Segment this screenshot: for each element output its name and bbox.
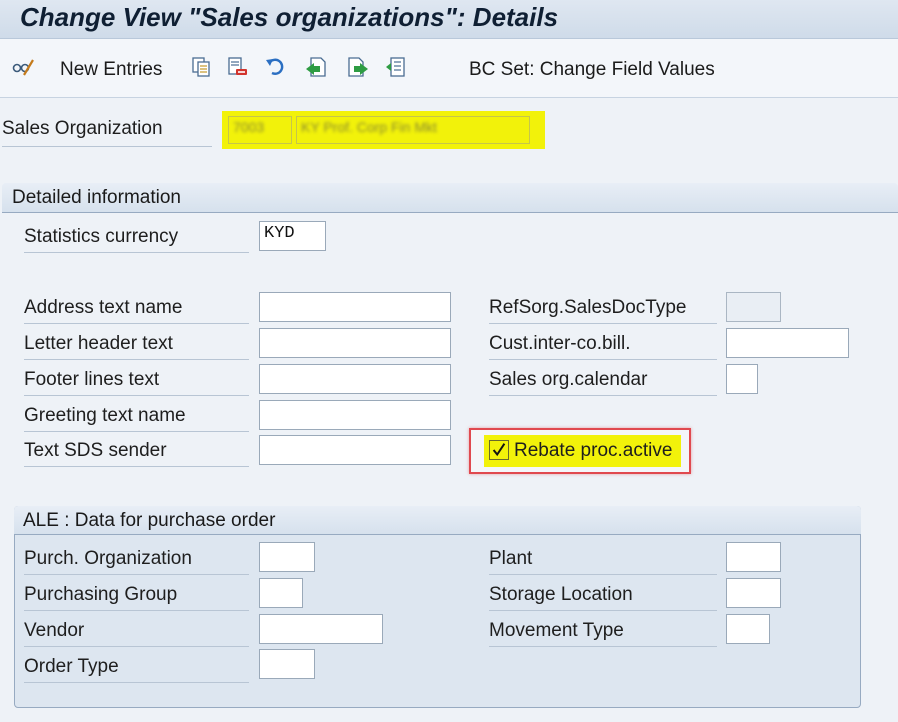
refsorg-salesdoctype-field (726, 292, 781, 322)
next-entry-icon[interactable] (347, 56, 369, 78)
display-change-icon[interactable] (12, 56, 34, 78)
movement-type-field[interactable] (726, 614, 770, 644)
letter-header-text-field[interactable] (259, 328, 451, 358)
sales-org-code-field[interactable]: 7003 (228, 116, 292, 144)
storage-location-field[interactable] (726, 578, 781, 608)
cust-inter-co-bill-label: Cust.inter-co.bill. (489, 333, 717, 360)
delete-icon[interactable] (226, 56, 248, 78)
address-text-name-field[interactable] (259, 292, 451, 322)
purch-organization-label: Purch. Organization (24, 548, 249, 575)
ale-purchase-order-header: ALE : Data for purchase order (14, 506, 861, 535)
order-type-field[interactable] (259, 649, 315, 679)
variable-list-icon[interactable] (385, 56, 407, 78)
storage-location-label: Storage Location (489, 584, 717, 611)
plant-field[interactable] (726, 542, 781, 572)
undo-icon[interactable] (264, 56, 286, 78)
greeting-text-name-label: Greeting text name (24, 405, 249, 432)
purchasing-group-field[interactable] (259, 578, 303, 608)
rebate-proc-active-label[interactable]: Rebate proc.active (514, 440, 672, 462)
refsorg-salesdoctype-label: RefSorg.SalesDocType (489, 297, 717, 324)
sales-org-calendar-field[interactable] (726, 364, 758, 394)
statistics-currency-field[interactable]: KYD (259, 221, 326, 251)
detailed-information-header: Detailed information (2, 183, 898, 213)
address-text-name-label: Address text name (24, 297, 249, 324)
footer-lines-text-field[interactable] (259, 364, 451, 394)
bc-set-button[interactable]: BC Set: Change Field Values (469, 59, 715, 81)
text-sds-sender-label: Text SDS sender (24, 440, 249, 467)
greeting-text-name-field[interactable] (259, 400, 451, 430)
text-sds-sender-field[interactable] (259, 435, 451, 465)
title-bar: Change View "Sales organizations": Detai… (0, 0, 898, 39)
new-entries-button[interactable]: New Entries (60, 59, 162, 81)
movement-type-label: Movement Type (489, 620, 717, 647)
sales-organization-label: Sales Organization (2, 118, 212, 147)
page-title: Change View "Sales organizations": Detai… (20, 2, 559, 32)
previous-entry-icon[interactable] (305, 56, 327, 78)
purchasing-group-label: Purchasing Group (24, 584, 249, 611)
vendor-field[interactable] (259, 614, 383, 644)
statistics-currency-label: Statistics currency (24, 226, 249, 253)
order-type-label: Order Type (24, 656, 249, 683)
sales-org-name-field: KY Prof. Corp Fin Mkt (296, 116, 530, 144)
cust-inter-co-bill-field[interactable] (726, 328, 849, 358)
rebate-proc-active-checkbox[interactable] (489, 440, 509, 460)
vendor-label: Vendor (24, 620, 249, 647)
plant-label: Plant (489, 548, 717, 575)
copy-icon[interactable] (190, 56, 212, 78)
letter-header-text-label: Letter header text (24, 333, 249, 360)
checkmark-icon (492, 443, 506, 457)
footer-lines-text-label: Footer lines text (24, 369, 249, 396)
sales-org-calendar-label: Sales org.calendar (489, 369, 717, 396)
purch-organization-field[interactable] (259, 542, 315, 572)
